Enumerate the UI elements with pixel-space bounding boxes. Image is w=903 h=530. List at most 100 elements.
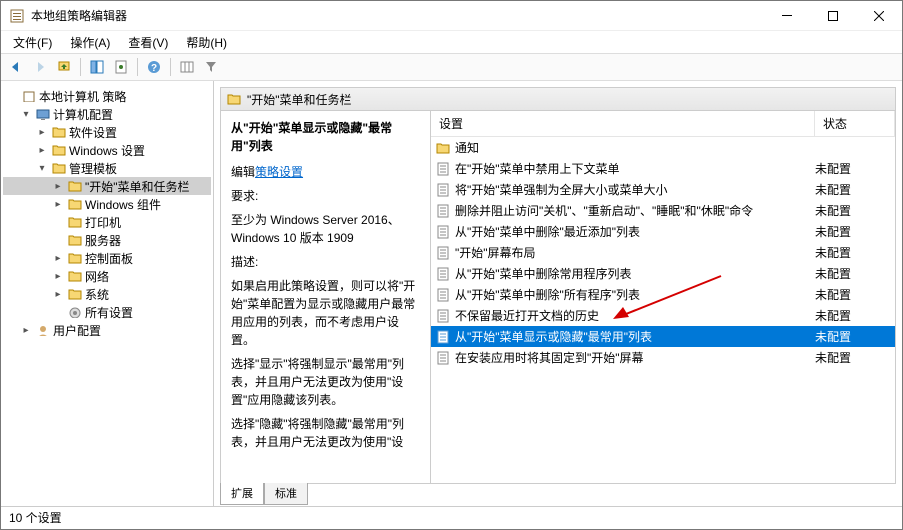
setting-row-selected[interactable]: 从"开始"菜单显示或隐藏"最常用"列表未配置 bbox=[431, 326, 895, 347]
menu-help[interactable]: 帮助(H) bbox=[178, 32, 235, 53]
col-state[interactable]: 状态 bbox=[815, 111, 895, 136]
setting-row[interactable]: 不保留最近打开文档的历史未配置 bbox=[431, 305, 895, 326]
tree-twisty[interactable]: ▸ bbox=[51, 289, 65, 300]
tree-twisty[interactable]: ▸ bbox=[35, 145, 49, 156]
maximize-button[interactable] bbox=[810, 1, 856, 30]
setting-row[interactable]: 从"开始"菜单中删除常用程序列表未配置 bbox=[431, 263, 895, 284]
tree-twisty[interactable]: ▾ bbox=[19, 109, 33, 120]
description-text-2: 选择"显示"将强制显示"最常用"列表，并且用户无法更改为使用"设置"应用隐藏该列… bbox=[231, 355, 420, 409]
minimize-button[interactable] bbox=[764, 1, 810, 30]
filter-button[interactable] bbox=[200, 56, 222, 78]
columns-button[interactable] bbox=[176, 56, 198, 78]
tree-twisty[interactable]: ▾ bbox=[35, 163, 49, 174]
edit-policy-link[interactable]: 策略设置 bbox=[255, 165, 303, 179]
back-button[interactable] bbox=[5, 56, 27, 78]
svg-text:?: ? bbox=[151, 63, 157, 74]
tab-standard[interactable]: 标准 bbox=[264, 483, 308, 505]
row-state: 未配置 bbox=[815, 328, 891, 345]
tree-system[interactable]: ▸ 系统 bbox=[3, 285, 211, 303]
description-text-3: 选择"隐藏"将强制隐藏"最常用"列表，并且用户无法更改为使用"设 bbox=[231, 415, 420, 451]
tree-twisty[interactable]: ▸ bbox=[35, 127, 49, 138]
tree-label: 计算机配置 bbox=[53, 106, 113, 123]
toolbar-separator bbox=[80, 58, 81, 76]
window-buttons bbox=[764, 1, 902, 30]
setting-row[interactable]: 在"开始"菜单中禁用上下文菜单未配置 bbox=[431, 158, 895, 179]
folder-icon bbox=[68, 288, 82, 300]
setting-row[interactable]: 将"开始"菜单强制为全屏大小或菜单大小未配置 bbox=[431, 179, 895, 200]
window-title: 本地组策略编辑器 bbox=[31, 7, 764, 24]
setting-row[interactable]: "开始"屏幕布局未配置 bbox=[431, 242, 895, 263]
tree-label: Windows 组件 bbox=[85, 196, 161, 213]
tree-printers[interactable]: 打印机 bbox=[3, 213, 211, 231]
status-bar: 10 个设置 bbox=[1, 506, 902, 528]
menu-view[interactable]: 查看(V) bbox=[120, 32, 176, 53]
column-headers: 设置 状态 bbox=[431, 111, 895, 137]
row-name: 从"开始"菜单显示或隐藏"最常用"列表 bbox=[455, 328, 815, 345]
row-state: 未配置 bbox=[815, 349, 891, 366]
tree-admin-templates[interactable]: ▾ 管理模板 bbox=[3, 159, 211, 177]
folder-icon bbox=[68, 270, 82, 282]
tree-servers[interactable]: 服务器 bbox=[3, 231, 211, 249]
setting-row[interactable]: 从"开始"菜单中删除"所有程序"列表未配置 bbox=[431, 284, 895, 305]
edit-label: 编辑 bbox=[231, 165, 255, 179]
menu-file[interactable]: 文件(F) bbox=[5, 32, 60, 53]
folder-icon bbox=[68, 198, 82, 210]
policy-icon bbox=[435, 246, 451, 260]
tree-root[interactable]: 本地计算机 策略 bbox=[3, 87, 211, 105]
tree-panel[interactable]: 本地计算机 策略 ▾ 计算机配置 ▸ 软件设置 ▸ Windows 设置 ▾ 管… bbox=[1, 81, 214, 506]
tabs: 扩展 标准 bbox=[220, 484, 896, 506]
tree-software[interactable]: ▸ 软件设置 bbox=[3, 123, 211, 141]
header-strip: "开始"菜单和任务栏 bbox=[220, 87, 896, 111]
forward-button[interactable] bbox=[29, 56, 51, 78]
tree-label: 本地计算机 策略 bbox=[39, 88, 126, 105]
app-icon bbox=[9, 8, 25, 24]
show-hide-tree-button[interactable] bbox=[86, 56, 108, 78]
tree-twisty[interactable]: ▸ bbox=[19, 325, 33, 336]
toolbar-separator bbox=[170, 58, 171, 76]
tree-windows-settings[interactable]: ▸ Windows 设置 bbox=[3, 141, 211, 159]
tree-twisty[interactable]: ▸ bbox=[51, 181, 65, 192]
right-panel: "开始"菜单和任务栏 从"开始"菜单显示或隐藏"最常用"列表 编辑策略设置 要求… bbox=[214, 81, 902, 506]
tree-user-config[interactable]: ▸ 用户配置 bbox=[3, 321, 211, 339]
row-state: 未配置 bbox=[815, 286, 891, 303]
setting-row[interactable]: 从"开始"菜单中删除"最近添加"列表未配置 bbox=[431, 221, 895, 242]
col-setting[interactable]: 设置 bbox=[431, 111, 815, 136]
tree-twisty[interactable]: ▸ bbox=[51, 199, 65, 210]
folder-icon bbox=[68, 252, 82, 264]
menu-action[interactable]: 操作(A) bbox=[62, 32, 118, 53]
policy-icon bbox=[435, 162, 451, 176]
help-button[interactable]: ? bbox=[143, 56, 165, 78]
tree-twisty[interactable]: ▸ bbox=[51, 271, 65, 282]
setting-row[interactable]: 删除并阻止访问"关机"、"重新启动"、"睡眠"和"休眠"命令未配置 bbox=[431, 200, 895, 221]
row-name: 从"开始"菜单中删除"所有程序"列表 bbox=[455, 286, 815, 303]
policy-icon bbox=[435, 267, 451, 281]
tree-windows-components[interactable]: ▸ Windows 组件 bbox=[3, 195, 211, 213]
row-state: 未配置 bbox=[815, 202, 891, 219]
tree-twisty[interactable]: ▸ bbox=[51, 253, 65, 264]
folder-icon bbox=[68, 216, 82, 228]
tree-network[interactable]: ▸ 网络 bbox=[3, 267, 211, 285]
description-pane: 从"开始"菜单显示或隐藏"最常用"列表 编辑策略设置 要求: 至少为 Windo… bbox=[221, 111, 431, 483]
group-row[interactable]: 通知 bbox=[431, 137, 895, 158]
tree-label: Windows 设置 bbox=[69, 142, 145, 159]
setting-row[interactable]: 在安装应用时将其固定到"开始"屏幕未配置 bbox=[431, 347, 895, 368]
row-state: 未配置 bbox=[815, 160, 891, 177]
tree-all-settings[interactable]: 所有设置 bbox=[3, 303, 211, 321]
description-label: 描述: bbox=[231, 253, 420, 271]
policy-icon bbox=[435, 288, 451, 302]
settings-icon bbox=[68, 306, 82, 318]
policy-icon bbox=[435, 204, 451, 218]
policy-icon bbox=[435, 309, 451, 323]
settings-rows[interactable]: 通知 在"开始"菜单中禁用上下文菜单未配置 将"开始"菜单强制为全屏大小或菜单大… bbox=[431, 137, 895, 368]
tree-control-panel[interactable]: ▸ 控制面板 bbox=[3, 249, 211, 267]
tab-extended[interactable]: 扩展 bbox=[220, 483, 264, 505]
policy-icon bbox=[22, 90, 36, 102]
close-button[interactable] bbox=[856, 1, 902, 30]
row-name: 在"开始"菜单中禁用上下文菜单 bbox=[455, 160, 815, 177]
properties-button[interactable] bbox=[110, 56, 132, 78]
tree-label: "开始"菜单和任务栏 bbox=[85, 178, 190, 195]
tree-computer-config[interactable]: ▾ 计算机配置 bbox=[3, 105, 211, 123]
tree-start-taskbar[interactable]: ▸ "开始"菜单和任务栏 bbox=[3, 177, 211, 195]
up-button[interactable] bbox=[53, 56, 75, 78]
header-title: "开始"菜单和任务栏 bbox=[247, 91, 352, 108]
